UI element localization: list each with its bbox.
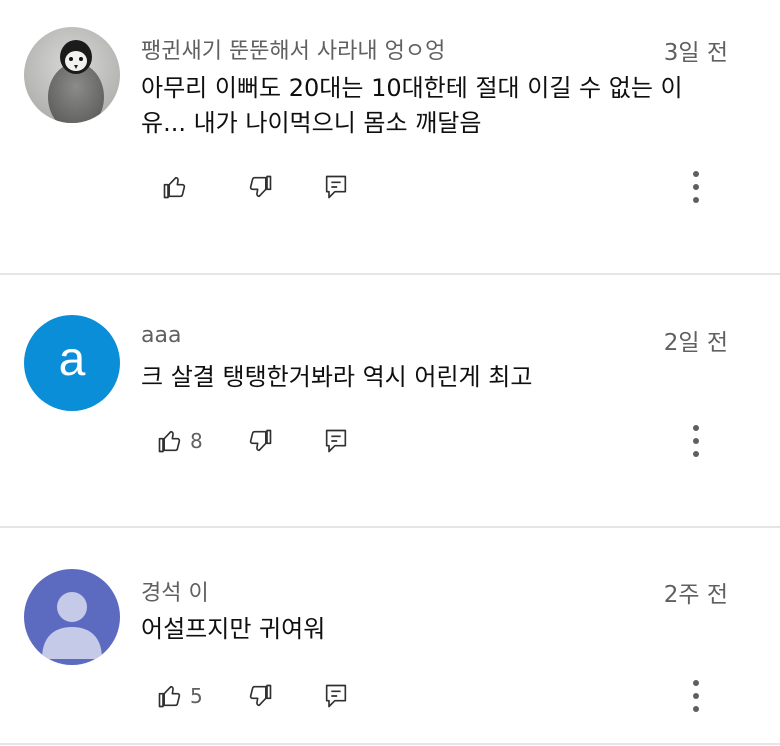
comment-text: 아무리 이뻐도 20대는 10대한테 절대 이길 수 없는 이유... 내가 나… xyxy=(141,74,683,137)
avatar-letter: a xyxy=(58,333,86,386)
more-options-button[interactable] xyxy=(686,167,706,207)
thumb-up-icon xyxy=(158,685,181,708)
comment-text: 어설프지만 귀여워 xyxy=(141,615,326,643)
more-options-button[interactable] xyxy=(686,676,706,716)
like-button[interactable] xyxy=(161,167,195,207)
comment-actions: 5 xyxy=(0,676,780,716)
like-button[interactable]: 8 xyxy=(156,421,203,461)
comment-timestamp[interactable]: 2일 전 xyxy=(664,323,728,357)
reply-icon xyxy=(325,429,347,453)
avatar[interactable] xyxy=(24,27,120,123)
reply-button[interactable] xyxy=(322,421,350,461)
reply-button[interactable] xyxy=(322,676,350,716)
like-button[interactable]: 5 xyxy=(156,676,203,716)
comment-thread-2: a aaa 2일 전 크 살결 탱탱한거봐라 역시 어린게 최고 8 xyxy=(0,276,780,526)
comment-thread-1: 팽귄새기 뚠뚠해서 사라내 엉ㅇ엉 3일 전 아무리 이뻐도 20대는 10대한… xyxy=(0,0,780,274)
comment-author[interactable]: 경석 이 xyxy=(141,575,209,607)
dislike-button[interactable] xyxy=(246,676,274,716)
thumb-up-icon xyxy=(163,176,186,199)
comment-thread-3: 경석 이 2주 전 어설프지만 귀여워 5 xyxy=(0,528,780,744)
divider xyxy=(0,743,780,745)
thumb-up-icon xyxy=(158,430,181,453)
comment-timestamp[interactable]: 2주 전 xyxy=(664,575,728,609)
thumb-down-icon xyxy=(249,175,272,198)
comment-text: 크 살결 탱탱한거봐라 역시 어린게 최고 xyxy=(141,363,533,391)
dislike-button[interactable] xyxy=(246,421,274,461)
avatar[interactable] xyxy=(24,569,120,665)
thumb-down-icon xyxy=(249,684,272,707)
comment-timestamp[interactable]: 3일 전 xyxy=(664,33,728,67)
comment-author[interactable]: 팽귄새기 뚠뚠해서 사라내 엉ㅇ엉 xyxy=(141,33,445,65)
penguin-avatar-image xyxy=(24,27,120,123)
reply-icon xyxy=(325,175,347,199)
thumb-down-icon xyxy=(249,429,272,452)
default-user-icon xyxy=(24,569,120,665)
dislike-button[interactable] xyxy=(246,167,274,207)
comment-actions xyxy=(0,167,780,207)
like-count: 5 xyxy=(190,684,203,708)
comment-actions: 8 xyxy=(0,421,780,461)
reply-button[interactable] xyxy=(322,167,350,207)
avatar[interactable]: a xyxy=(24,315,120,411)
comment-author[interactable]: aaa xyxy=(141,323,181,348)
more-options-button[interactable] xyxy=(686,421,706,461)
divider xyxy=(0,273,780,275)
like-count: 8 xyxy=(190,429,203,453)
reply-icon xyxy=(325,684,347,708)
